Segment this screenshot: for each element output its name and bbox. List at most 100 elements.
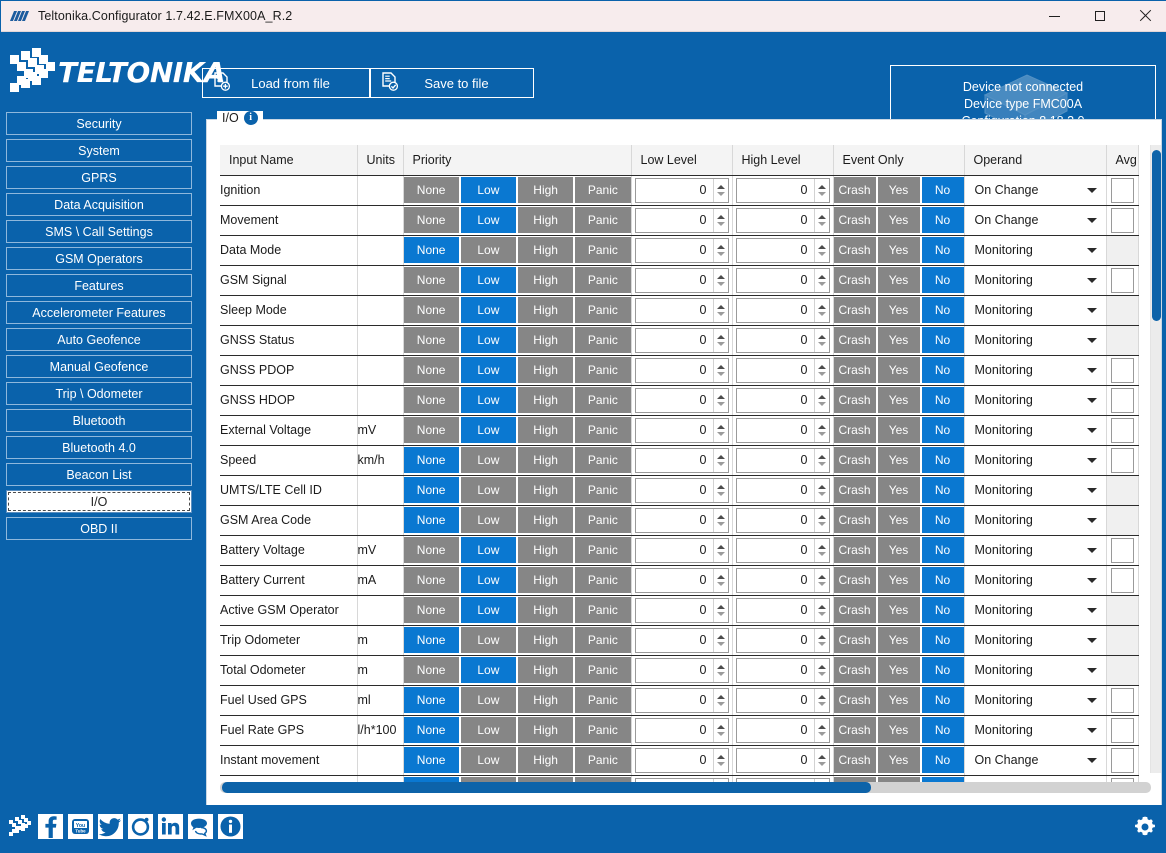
priority-option-none[interactable]: None bbox=[403, 267, 459, 293]
high-level-spinner[interactable]: 0 bbox=[735, 567, 830, 593]
event-option-yes[interactable]: Yes bbox=[877, 207, 920, 233]
priority-option-low[interactable]: Low bbox=[460, 297, 516, 323]
priority-option-low[interactable]: Low bbox=[460, 207, 516, 233]
avg-input[interactable] bbox=[1110, 267, 1134, 293]
low-level-spinner[interactable]: 0 bbox=[634, 327, 729, 353]
event-option-crash[interactable]: Crash bbox=[833, 207, 876, 233]
priority-option-low[interactable]: Low bbox=[460, 687, 516, 713]
priority-option-none[interactable]: None bbox=[403, 447, 459, 473]
priority-option-high[interactable]: High bbox=[518, 177, 574, 203]
event-option-no[interactable]: No bbox=[921, 507, 964, 533]
low-level-spinner[interactable]: 0 bbox=[634, 417, 729, 443]
high-level-value[interactable]: 0 bbox=[737, 663, 814, 677]
youtube-icon[interactable]: You Tube bbox=[68, 814, 93, 839]
low-level-value[interactable]: 0 bbox=[636, 573, 713, 587]
high-level-stepper[interactable] bbox=[813, 748, 829, 772]
sidebar-item-sms-call-settings[interactable]: SMS \ Call Settings bbox=[6, 220, 192, 243]
low-level-stepper[interactable] bbox=[712, 688, 728, 712]
high-level-stepper[interactable] bbox=[813, 388, 829, 412]
column-header-input-name[interactable]: Input Name bbox=[220, 145, 358, 176]
high-level-value[interactable]: 0 bbox=[737, 243, 814, 257]
low-level-value[interactable]: 0 bbox=[636, 543, 713, 557]
low-level-spinner[interactable]: 0 bbox=[634, 357, 729, 383]
event-option-yes[interactable]: Yes bbox=[877, 687, 920, 713]
priority-option-none[interactable]: None bbox=[403, 387, 459, 413]
high-level-stepper[interactable] bbox=[813, 658, 829, 682]
high-level-stepper[interactable] bbox=[813, 328, 829, 352]
priority-option-low[interactable]: Low bbox=[460, 747, 516, 773]
high-level-stepper[interactable] bbox=[813, 418, 829, 442]
low-level-spinner[interactable]: 0 bbox=[634, 297, 729, 323]
avg-cell[interactable] bbox=[1106, 415, 1139, 446]
avg-cell[interactable] bbox=[1106, 445, 1139, 476]
high-level-value[interactable]: 0 bbox=[737, 603, 814, 617]
high-level-value[interactable]: 0 bbox=[737, 333, 814, 347]
priority-option-low[interactable]: Low bbox=[460, 267, 516, 293]
event-option-yes[interactable]: Yes bbox=[877, 627, 920, 653]
low-level-stepper[interactable] bbox=[712, 298, 728, 322]
priority-option-high[interactable]: High bbox=[518, 627, 574, 653]
facebook-icon[interactable] bbox=[38, 814, 63, 839]
event-option-no[interactable]: No bbox=[921, 717, 964, 743]
event-option-no[interactable]: No bbox=[921, 297, 964, 323]
high-level-stepper[interactable] bbox=[813, 688, 829, 712]
sidebar-item-system[interactable]: System bbox=[6, 139, 192, 162]
low-level-value[interactable]: 0 bbox=[636, 693, 713, 707]
priority-option-high[interactable]: High bbox=[518, 687, 574, 713]
avg-input[interactable] bbox=[1110, 177, 1134, 203]
operand-select[interactable]: Monitoring bbox=[966, 507, 1104, 533]
high-level-spinner[interactable]: 0 bbox=[735, 387, 830, 413]
sidebar-item-gprs[interactable]: GPRS bbox=[6, 166, 192, 189]
priority-option-high[interactable]: High bbox=[518, 717, 574, 743]
low-level-spinner[interactable]: 0 bbox=[634, 657, 729, 683]
sidebar-item-i-o[interactable]: I/O bbox=[6, 490, 192, 513]
event-option-no[interactable]: No bbox=[921, 177, 964, 203]
priority-option-panic[interactable]: Panic bbox=[575, 507, 631, 533]
minimize-button[interactable] bbox=[1032, 1, 1077, 32]
priority-option-none[interactable]: None bbox=[403, 297, 459, 323]
column-header-operand[interactable]: Operand bbox=[964, 145, 1107, 176]
low-level-spinner[interactable]: 0 bbox=[634, 627, 729, 653]
column-header-high-level[interactable]: High Level bbox=[732, 145, 834, 176]
column-header-units[interactable]: Units bbox=[357, 145, 404, 176]
event-option-yes[interactable]: Yes bbox=[877, 477, 920, 503]
linkedin-icon[interactable] bbox=[158, 814, 183, 839]
priority-option-high[interactable]: High bbox=[518, 387, 574, 413]
event-option-no[interactable]: No bbox=[921, 537, 964, 563]
low-level-value[interactable]: 0 bbox=[636, 723, 713, 737]
event-option-no[interactable]: No bbox=[921, 687, 964, 713]
high-level-spinner[interactable]: 0 bbox=[735, 657, 830, 683]
high-level-spinner[interactable]: 0 bbox=[735, 717, 830, 743]
high-level-stepper[interactable] bbox=[813, 268, 829, 292]
horizontal-scrollbar[interactable] bbox=[220, 782, 1151, 793]
priority-option-panic[interactable]: Panic bbox=[575, 537, 631, 563]
event-option-no[interactable]: No bbox=[921, 357, 964, 383]
high-level-value[interactable]: 0 bbox=[737, 213, 814, 227]
event-option-crash[interactable]: Crash bbox=[833, 477, 876, 503]
priority-option-high[interactable]: High bbox=[518, 507, 574, 533]
low-level-spinner[interactable]: 0 bbox=[634, 177, 729, 203]
event-option-no[interactable]: No bbox=[921, 387, 964, 413]
priority-option-high[interactable]: High bbox=[518, 657, 574, 683]
low-level-stepper[interactable] bbox=[712, 208, 728, 232]
operand-select[interactable]: Monitoring bbox=[966, 327, 1104, 353]
high-level-spinner[interactable]: 0 bbox=[735, 237, 830, 263]
sidebar-item-obd-ii[interactable]: OBD II bbox=[6, 517, 192, 540]
event-option-crash[interactable]: Crash bbox=[833, 507, 876, 533]
high-level-value[interactable]: 0 bbox=[737, 513, 814, 527]
low-level-spinner[interactable]: 0 bbox=[634, 207, 729, 233]
high-level-value[interactable]: 0 bbox=[737, 393, 814, 407]
priority-option-panic[interactable]: Panic bbox=[575, 717, 631, 743]
priority-option-panic[interactable]: Panic bbox=[575, 747, 631, 773]
operand-select[interactable]: Monitoring bbox=[966, 567, 1104, 593]
event-option-no[interactable]: No bbox=[921, 597, 964, 623]
sidebar-item-data-acquisition[interactable]: Data Acquisition bbox=[6, 193, 192, 216]
low-level-stepper[interactable] bbox=[712, 418, 728, 442]
event-option-no[interactable]: No bbox=[921, 567, 964, 593]
priority-option-high[interactable]: High bbox=[518, 297, 574, 323]
low-level-stepper[interactable] bbox=[712, 178, 728, 202]
priority-option-panic[interactable]: Panic bbox=[575, 597, 631, 623]
low-level-spinner[interactable]: 0 bbox=[634, 687, 729, 713]
priority-option-none[interactable]: None bbox=[403, 417, 459, 443]
info-icon[interactable]: i bbox=[243, 111, 258, 125]
